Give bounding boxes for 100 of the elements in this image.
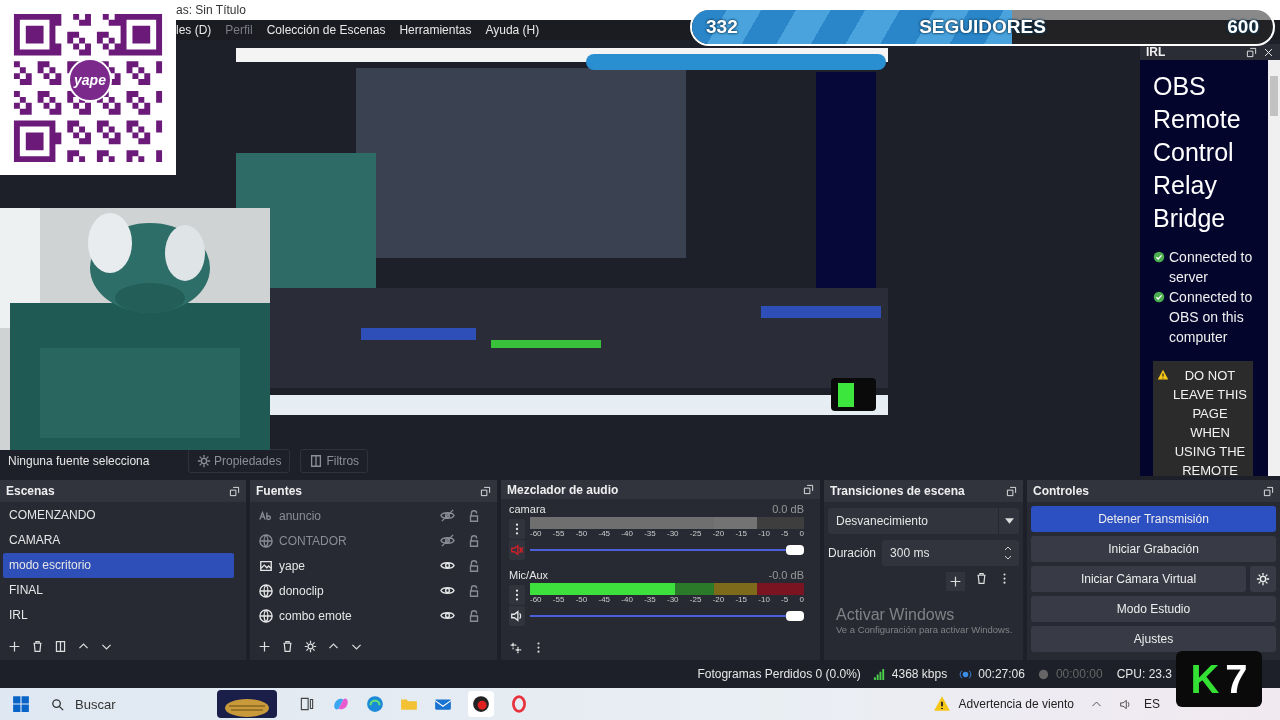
goal-target: 600	[1227, 16, 1259, 38]
stream-time: 00:27:06	[978, 667, 1025, 681]
menu-item[interactable]: Herramientas	[399, 23, 472, 37]
record-time: 00:00:00	[1055, 667, 1103, 681]
scale-label: -50	[575, 595, 588, 607]
scale-label: -5	[781, 595, 789, 607]
page-heading: OBS Remote Control Relay Bridge	[1153, 71, 1242, 234]
window-title: as: Sin Título	[176, 3, 246, 17]
scale-label: -55	[552, 595, 565, 607]
scale-label: -25	[689, 529, 702, 541]
warning-icon[interactable]	[932, 695, 951, 713]
gear-icon[interactable]	[304, 639, 317, 653]
trash-icon[interactable]	[975, 572, 988, 585]
scale-label: -60	[530, 529, 542, 541]
source-name[interactable]: CONTADOR	[279, 533, 434, 548]
cpu-text: CPU: 23.3	[1116, 667, 1172, 681]
record-app-icon[interactable]	[468, 691, 494, 717]
scene-item[interactable]: modo escritorio	[3, 553, 234, 578]
scene-item[interactable]: IRL	[3, 603, 234, 628]
menu-item[interactable]: Ayuda (H)	[485, 23, 540, 37]
dock-title: Escenas	[6, 484, 56, 498]
undock-icon[interactable]	[229, 485, 240, 497]
trash-icon[interactable]	[31, 639, 44, 653]
gear-icon	[197, 453, 211, 468]
lock-icon[interactable]	[467, 558, 481, 573]
scale-label: -35	[644, 595, 656, 607]
status-text: Ninguna fuente selecciona	[8, 453, 151, 468]
filters-button[interactable]: Filtros	[300, 448, 369, 473]
scene-item[interactable]: FINAL	[3, 578, 234, 603]
image-icon	[259, 558, 273, 573]
scale-label: -15	[735, 529, 747, 541]
source-name[interactable]: anuncio	[279, 508, 434, 523]
scrollbar[interactable]	[1268, 60, 1280, 476]
control-button[interactable]: Detener Transmisión	[1031, 506, 1276, 532]
source-name[interactable]: donoclip	[279, 583, 434, 598]
close-icon[interactable]	[1263, 46, 1274, 58]
add-icon[interactable]	[258, 639, 271, 653]
globe-icon	[259, 533, 273, 548]
control-button[interactable]: Modo Estudio	[1031, 596, 1276, 622]
source-name[interactable]: combo emote	[279, 608, 434, 623]
field-label: Duración	[828, 546, 877, 560]
menu-item[interactable]: Colección de Escenas	[266, 23, 386, 37]
undock-icon[interactable]	[480, 485, 491, 497]
eye-off-icon[interactable]	[440, 508, 455, 523]
scene-item[interactable]: CAMARA	[3, 528, 234, 553]
scale-label: -30	[666, 595, 679, 607]
lock-icon[interactable]	[467, 583, 481, 598]
search-field[interactable]: Buscar	[46, 691, 200, 717]
transition-dropdown[interactable]: Desvanecimiento	[828, 508, 1019, 534]
source-name[interactable]: yape	[279, 558, 434, 573]
text-icon	[259, 508, 273, 523]
control-button[interactable]: Ajustes	[1031, 626, 1276, 652]
add-icon[interactable]	[8, 639, 21, 653]
ring-icon[interactable]	[510, 695, 528, 713]
undock-icon[interactable]	[1246, 46, 1257, 58]
task-view-icon[interactable]	[298, 695, 316, 713]
browser-icon[interactable]	[366, 695, 384, 713]
signal-icon	[872, 667, 886, 681]
lock-icon[interactable]	[467, 608, 481, 623]
channel-logo: K7	[1176, 651, 1262, 707]
undock-icon[interactable]	[1263, 485, 1274, 497]
status-text: Connected to OBS on this computer	[1169, 288, 1254, 347]
scale-label: -55	[552, 529, 565, 541]
scene-item[interactable]: COMENZANDO	[3, 503, 234, 528]
settings-button[interactable]	[1250, 566, 1276, 592]
weather-text[interactable]: Advertencia de viento	[958, 697, 1074, 711]
scale-label: -45	[598, 529, 611, 541]
menu-item[interactable]: les (D)	[176, 23, 212, 37]
control-button[interactable]: Iniciar Grabación	[1031, 536, 1276, 562]
language-text[interactable]: ES	[1144, 697, 1160, 711]
volume-slider[interactable]	[530, 609, 804, 624]
dock-title: Transiciones de escena	[830, 484, 966, 498]
scale-label: -35	[644, 529, 656, 541]
control-button[interactable]: Iniciar Cámara Virtual	[1031, 566, 1246, 592]
scale-label: -5	[781, 529, 789, 541]
menu-dots-icon[interactable]	[509, 584, 525, 605]
dock-title: Controles	[1033, 484, 1090, 498]
filter-icon[interactable]	[54, 639, 67, 653]
scale-label: -50	[575, 529, 588, 541]
undock-icon[interactable]	[803, 484, 814, 496]
menu-dots-icon[interactable]	[509, 518, 525, 539]
status-text: Fotogramas Perdidos 0 (0.0%)	[697, 667, 861, 681]
scale-label: -20	[712, 595, 725, 607]
warning-icon	[1157, 369, 1169, 381]
add-icon[interactable]	[946, 572, 965, 591]
windows-icon[interactable]	[12, 695, 30, 713]
filter-icon	[309, 453, 324, 468]
volume-slider[interactable]	[530, 543, 804, 558]
scale-label: -40	[621, 529, 633, 541]
gears-icon[interactable]	[509, 641, 522, 655]
caret-icon	[1004, 518, 1014, 524]
trash-icon[interactable]	[281, 639, 294, 653]
goal-current: 332	[706, 16, 738, 38]
undock-icon[interactable]	[1006, 485, 1017, 497]
duration-field[interactable]: 300 ms	[882, 540, 1019, 566]
eye-off-icon[interactable]	[440, 533, 455, 548]
dock-title: Fuentes	[256, 484, 303, 498]
lock-icon[interactable]	[467, 508, 481, 523]
speaker-icon[interactable]	[509, 606, 525, 627]
lock-icon[interactable]	[467, 533, 481, 548]
